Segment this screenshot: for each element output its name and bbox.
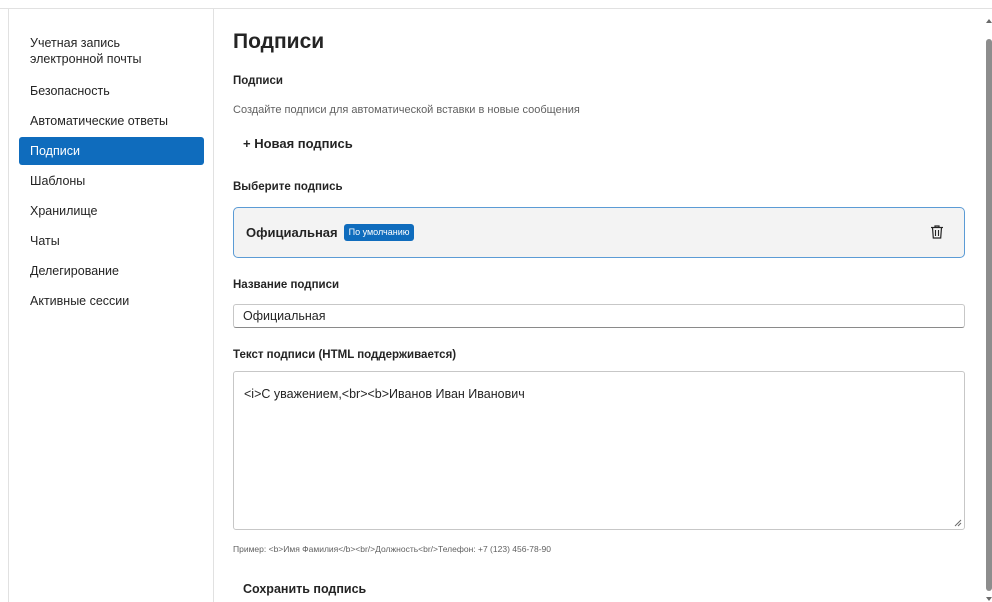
signature-name-label: Название подписи	[233, 279, 340, 291]
signature-text-value: <i>С уважением,<br><b>Иванов Иван Иванов…	[244, 387, 525, 401]
scroll-up-arrow-icon[interactable]	[986, 19, 992, 23]
save-signature-button[interactable]: Сохранить подпись	[243, 582, 366, 596]
signature-name: Официальная	[246, 225, 338, 240]
resize-handle-icon[interactable]	[954, 519, 962, 527]
signature-hint: Пример: <b>Имя Фамилия</b><br/>Должность…	[233, 544, 552, 554]
signature-name-value: Официальная	[243, 309, 326, 323]
new-signature-button[interactable]: + Новая подпись	[243, 136, 353, 151]
scrollbar-thumb[interactable]	[986, 39, 992, 591]
sidebar-item-active-sessions[interactable]: Активные сессии	[19, 287, 204, 315]
sidebar-item-storage[interactable]: Хранилище	[19, 197, 204, 225]
sidebar-item-email-account[interactable]: Учетная запись электронной почты	[19, 29, 204, 73]
scroll-down-arrow-icon[interactable]	[986, 597, 992, 601]
sidebar-item-signatures[interactable]: Подписи	[19, 137, 204, 165]
sidebar-item-label: Безопасность	[30, 84, 110, 98]
section-heading: Подписи	[233, 75, 283, 87]
sidebar-item-label: Хранилище	[30, 204, 98, 218]
signature-card[interactable]: Официальная По умолчанию	[233, 207, 965, 258]
scrollbar[interactable]	[985, 9, 992, 602]
sidebar-item-label: Подписи	[30, 144, 80, 158]
choose-signature-label: Выберите подпись	[233, 181, 343, 193]
sidebar-item-label: Шаблоны	[30, 174, 86, 188]
sidebar-item-auto-replies[interactable]: Автоматические ответы	[19, 107, 204, 135]
sidebar-item-label: Делегирование	[30, 264, 119, 278]
settings-nav: Учетная запись электронной почты Безопас…	[19, 29, 204, 317]
page-title: Подписи	[233, 30, 325, 53]
signature-text-label: Текст подписи (HTML поддерживается)	[233, 349, 457, 361]
sidebar-item-label: Активные сессии	[30, 294, 130, 308]
signatures-panel: Подписи Подписи Создайте подписи для авт…	[233, 9, 966, 602]
sidebar-item-templates[interactable]: Шаблоны	[19, 167, 204, 195]
settings-sidebar: Учетная запись электронной почты Безопас…	[9, 9, 214, 602]
section-description: Создайте подписи для автоматической вста…	[233, 104, 580, 116]
signature-name-input[interactable]: Официальная	[233, 304, 965, 328]
sidebar-item-security[interactable]: Безопасность	[19, 77, 204, 105]
sidebar-item-label: Автоматические ответы	[30, 114, 168, 128]
default-badge: По умолчанию	[343, 224, 415, 241]
sidebar-item-label: Учетная запись электронной почты	[30, 36, 142, 66]
signature-text-area[interactable]: <i>С уважением,<br><b>Иванов Иван Иванов…	[233, 371, 965, 530]
sidebar-item-chats[interactable]: Чаты	[19, 227, 204, 255]
trash-icon[interactable]	[930, 224, 944, 240]
sidebar-item-label: Чаты	[30, 234, 60, 248]
sidebar-item-delegation[interactable]: Делегирование	[19, 257, 204, 285]
